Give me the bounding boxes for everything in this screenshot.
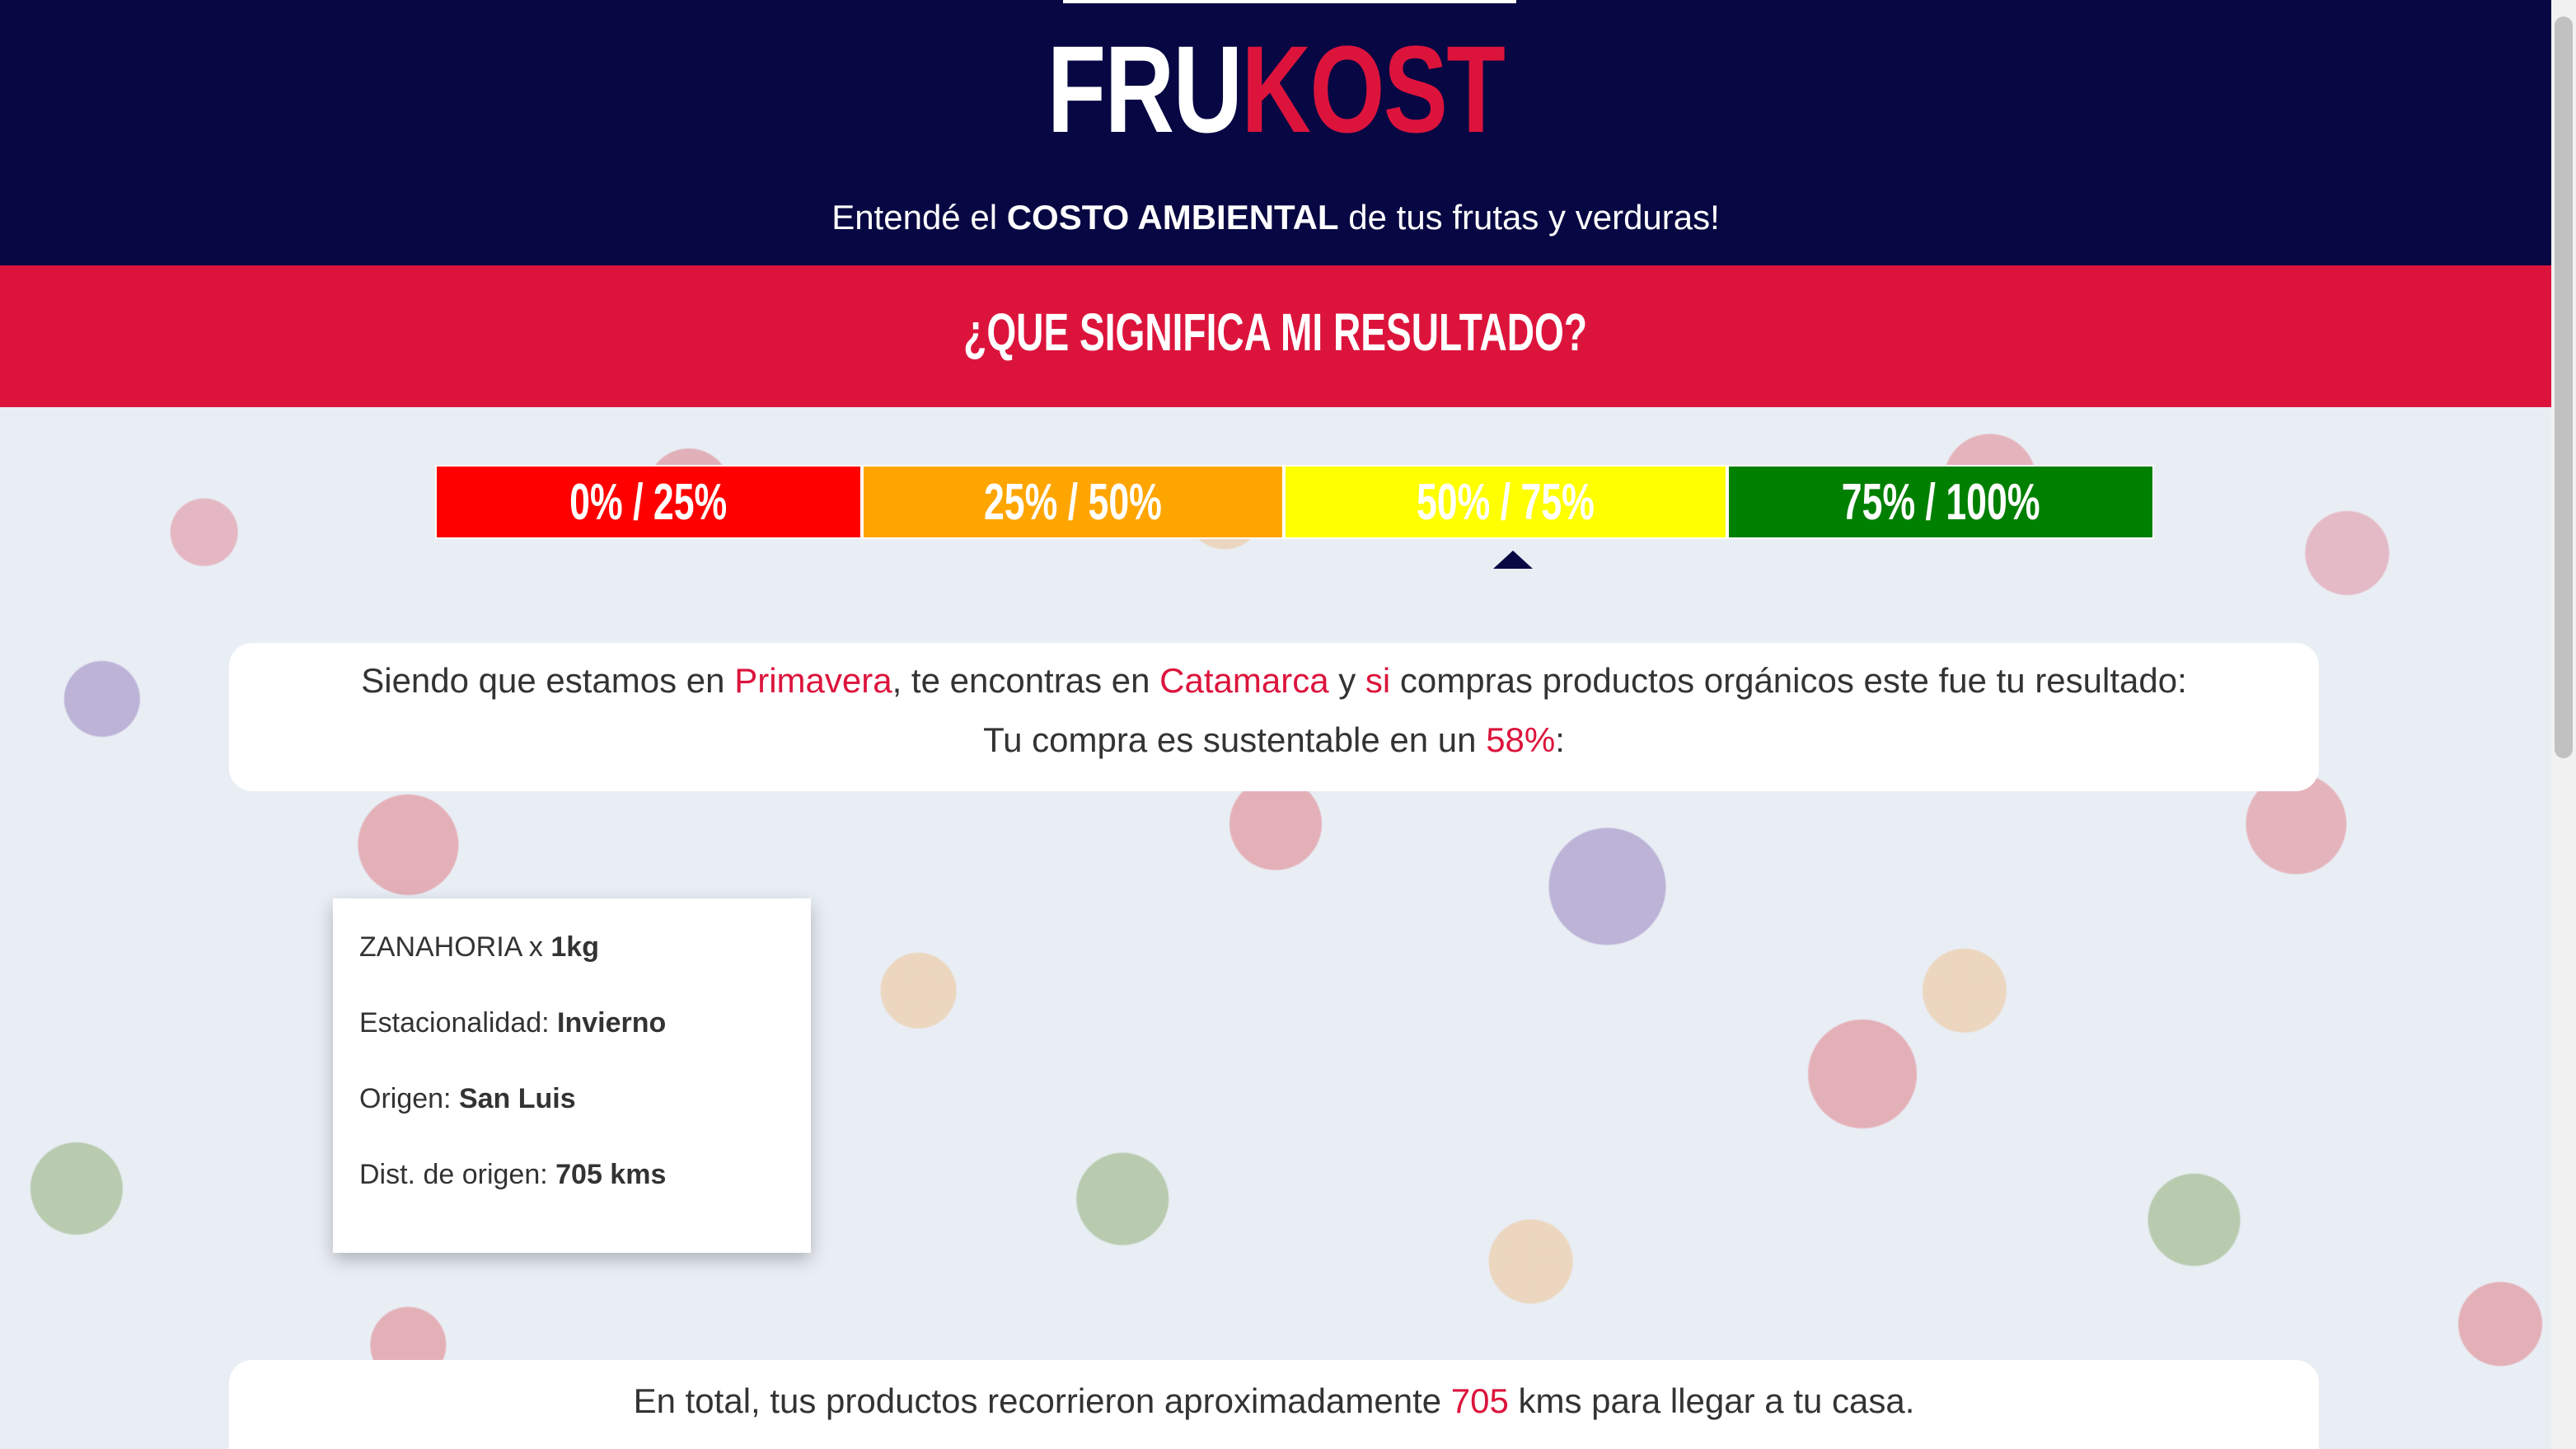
banner-title: ¿QUE SIGNIFICA MI RESULTADO? bbox=[963, 302, 1588, 362]
product-quantity: 1kg bbox=[550, 931, 599, 963]
result-text: compras productos orgánicos este fue tu … bbox=[1390, 661, 2187, 700]
product-name-label: ZANAHORIA x bbox=[359, 931, 551, 963]
tagline-pre: Entendé el bbox=[831, 198, 1007, 237]
scale-segment-label: 50% / 75% bbox=[1417, 473, 1595, 531]
top-edge-mark bbox=[1063, 0, 1516, 3]
result-text: Siendo que estamos en bbox=[361, 661, 735, 700]
scale-segment-25-50: 25% / 50% bbox=[862, 465, 1284, 539]
logo-part-kost: KOST bbox=[1241, 20, 1506, 158]
result-text: , te encontras en bbox=[892, 661, 1160, 700]
product-origin: Origen: San Luis bbox=[359, 1083, 576, 1115]
result-text: : bbox=[1555, 720, 1565, 759]
season-value: Invierno bbox=[557, 1007, 667, 1039]
result-marker-icon bbox=[1493, 551, 1533, 569]
scrollbar-thumb[interactable] bbox=[2555, 16, 2573, 758]
season-value: Primavera bbox=[734, 661, 892, 700]
distance-value: 705 kms bbox=[555, 1159, 667, 1190]
logo-part-fru: FRU bbox=[1047, 20, 1243, 158]
origin-label: Origen: bbox=[359, 1083, 459, 1114]
result-text: y bbox=[1328, 661, 1365, 700]
result-summary-box: Siendo que estamos en Primavera, te enco… bbox=[229, 643, 2319, 791]
distance-label: Dist. de origen: bbox=[359, 1159, 556, 1190]
product-card: ZANAHORIA x 1kg Estacionalidad: Invierno… bbox=[333, 898, 811, 1253]
sustainability-percent: 58% bbox=[1486, 720, 1556, 759]
sustainability-scale: 0% / 25% 25% / 50% 50% / 75% 75% / 100% bbox=[435, 465, 2154, 539]
tagline-bold: COSTO AMBIENTAL bbox=[1006, 198, 1339, 237]
scale-segment-75-100: 75% / 100% bbox=[1727, 465, 2154, 539]
location-value: Catamarca bbox=[1159, 661, 1329, 700]
total-text: kms para llegar a tu casa. bbox=[1508, 1381, 1915, 1420]
total-distance-box: En total, tus productos recorrieron apro… bbox=[229, 1360, 2319, 1449]
total-distance-line: En total, tus productos recorrieron apro… bbox=[229, 1381, 2319, 1421]
total-text: En total, tus productos recorrieron apro… bbox=[633, 1381, 1451, 1420]
result-text: Tu compra es sustentable en un bbox=[983, 720, 1487, 759]
season-label: Estacionalidad: bbox=[359, 1007, 558, 1039]
scale-segment-0-25: 0% / 25% bbox=[435, 465, 862, 539]
scale-segment-label: 75% / 100% bbox=[1841, 473, 2040, 531]
product-name: ZANAHORIA x 1kg bbox=[359, 931, 599, 964]
result-meaning-banner: ¿QUE SIGNIFICA MI RESULTADO? bbox=[0, 265, 2551, 407]
result-line-1: Siendo que estamos en Primavera, te enco… bbox=[229, 661, 2319, 701]
tagline: Entendé el COSTO AMBIENTAL de tus frutas… bbox=[0, 198, 2551, 237]
scale-segment-label: 25% / 50% bbox=[984, 473, 1162, 531]
result-line-2: Tu compra es sustentable en un 58%: bbox=[229, 720, 2319, 760]
total-kms: 705 bbox=[1450, 1381, 1509, 1420]
frukost-logo[interactable]: FRUKOST bbox=[281, 15, 2271, 163]
origin-value: San Luis bbox=[458, 1083, 576, 1114]
tagline-post: de tus frutas y verduras! bbox=[1338, 198, 1720, 237]
site-header: FRUKOST Entendé el COSTO AMBIENTAL de tu… bbox=[0, 0, 2551, 265]
scale-segment-label: 0% / 25% bbox=[569, 473, 728, 531]
scale-segment-50-75: 50% / 75% bbox=[1284, 465, 1727, 539]
product-distance: Dist. de origen: 705 kms bbox=[359, 1159, 666, 1191]
product-season: Estacionalidad: Invierno bbox=[359, 1007, 666, 1039]
organic-value: si bbox=[1365, 661, 1391, 700]
